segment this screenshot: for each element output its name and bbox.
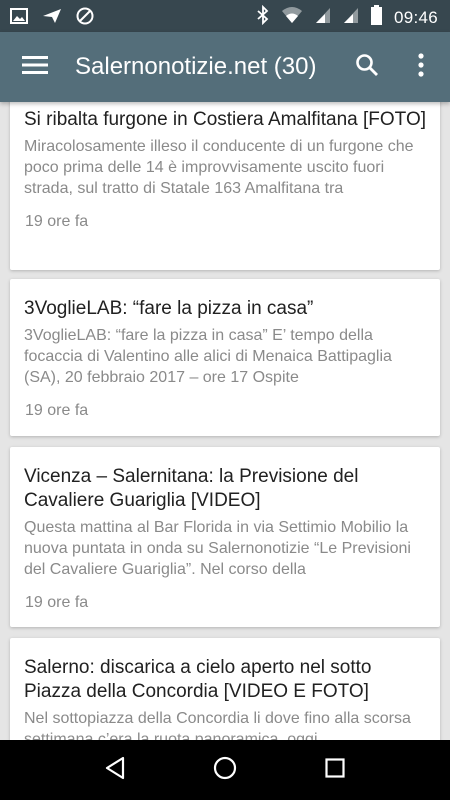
home-icon [213,756,237,785]
search-button[interactable] [340,32,394,102]
article-title: Salerno: discarica a cielo aperto nel so… [24,657,372,702]
back-button[interactable] [85,740,145,800]
article-list[interactable]: Si ribalta furgone in Costiera Amalfitan… [0,102,450,740]
article-title: 3VoglieLAB: “fare la pizza in casa” [24,298,314,319]
article-title: Vicenza – Salernitana: la Previsione del… [24,466,359,511]
article-time: 19 ore fa [25,213,89,230]
signal-icon [343,6,359,29]
menu-button[interactable] [0,32,70,102]
battery-icon [370,5,382,30]
article-summary: Miracolosamente illeso il conducente di … [24,138,414,197]
status-bar: 09:46 [0,0,450,32]
article-summary: Nel sottopiazza della Concordia li dove … [24,710,411,740]
recents-icon [325,757,345,783]
article-title: Si ribalta furgone in Costiera Amalfitan… [24,109,426,130]
article-card[interactable]: Vicenza – Salernitana: la Previsione del… [10,447,440,627]
home-button[interactable] [195,740,255,800]
recents-button[interactable] [305,740,365,800]
signal-icon [315,6,331,29]
more-vert-icon [418,52,424,82]
app-bar: Salernonotizie.net (30) [0,32,450,102]
article-time: 19 ore fa [25,594,89,611]
article-time: 19 ore fa [25,402,89,419]
app-title: Salernonotizie.net (30) [75,53,317,80]
article-summary: 3VoglieLAB: “fare la pizza in casa” E’ t… [24,327,392,386]
navigation-bar [0,740,450,800]
menu-icon [22,55,48,80]
bluetooth-icon [257,4,269,30]
article-card[interactable]: 3VoglieLAB: “fare la pizza in casa” 3Vog… [10,279,440,436]
image-icon [10,8,28,29]
article-summary: Questa mattina al Bar Florida in via Set… [24,519,411,578]
blocked-icon [76,7,94,30]
wifi-icon [281,6,303,29]
back-icon [104,756,126,785]
article-card[interactable]: Si ribalta furgone in Costiera Amalfitan… [10,102,440,270]
article-card[interactable]: Salerno: discarica a cielo aperto nel so… [10,638,440,740]
more-options-button[interactable] [394,32,448,102]
send-icon [42,8,62,29]
search-icon [355,53,379,82]
status-time: 09:46 [393,7,438,27]
